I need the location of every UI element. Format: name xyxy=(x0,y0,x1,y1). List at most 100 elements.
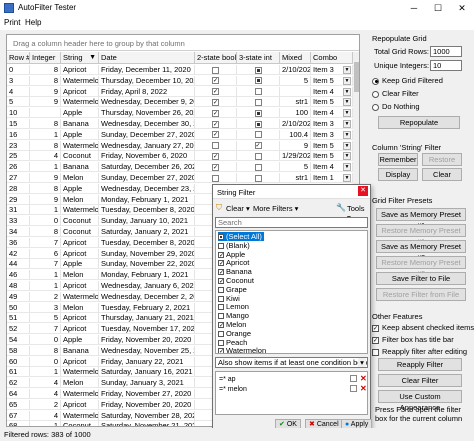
restore-preset-1-button[interactable]: Restore Memory Preset #1 xyxy=(376,224,466,246)
cell-str[interactable]: Apple xyxy=(61,259,99,270)
edit-condition-icon[interactable] xyxy=(350,385,357,392)
cell-str[interactable]: Watermelon xyxy=(61,389,99,399)
checkbox-icon[interactable]: ✓ xyxy=(212,77,219,85)
cell-str[interactable]: Apple xyxy=(61,335,99,345)
checkbox-icon[interactable]: ✓ xyxy=(218,348,224,353)
cell-row[interactable]: 5 xyxy=(7,97,30,108)
cell-combo[interactable]: Item 5 ▼ xyxy=(311,97,353,108)
cell-row[interactable]: 46 xyxy=(7,270,30,281)
cell-row[interactable]: 33 xyxy=(7,216,30,227)
cell-b3[interactable] xyxy=(237,151,280,162)
cell-mixed[interactable]: 100 xyxy=(280,108,311,119)
edit-condition-icon[interactable] xyxy=(350,375,357,382)
checkbox-icon[interactable] xyxy=(218,313,224,320)
table-row[interactable]: 27 9 Melon Sunday, December 27, 2020 str1 Ite… xyxy=(7,173,353,183)
cell-row[interactable]: 31 xyxy=(7,205,30,216)
checkbox-icon[interactable] xyxy=(218,286,224,293)
cell-date[interactable]: Thursday, January 21, 2021 xyxy=(99,313,195,324)
cell-int[interactable]: 2 xyxy=(30,399,61,410)
cell-str[interactable]: Apricot xyxy=(61,237,99,248)
cell-int[interactable]: 1 xyxy=(30,367,61,378)
cell-b3[interactable] xyxy=(237,86,280,97)
checkbox-icon[interactable] xyxy=(254,120,262,128)
cell-str[interactable]: Watermelon xyxy=(61,140,99,151)
cell-combo[interactable]: Item 4 ▼ xyxy=(311,86,353,97)
checkbox-icon[interactable]: ✓ xyxy=(218,322,224,329)
cell-int[interactable]: 0 xyxy=(30,335,61,345)
popup-clear-button[interactable]: Clear ▾ xyxy=(226,204,250,213)
checkbox-icon[interactable] xyxy=(254,152,262,160)
popup-more-filters-button[interactable]: More Filters ▾ xyxy=(253,204,298,213)
cell-date[interactable]: Friday, December 11, 2020 xyxy=(99,65,195,75)
cell-row[interactable]: 51 xyxy=(7,313,30,324)
checkbox-icon[interactable] xyxy=(218,304,224,311)
table-row[interactable]: 10 Apple Thursday, November 26, 2020 ✓ 100 It… xyxy=(7,108,353,119)
cell-str[interactable]: Banana xyxy=(61,119,99,129)
cell-date[interactable]: Sunday, December 27, 2020 xyxy=(99,129,195,140)
cell-b2[interactable]: ✓ xyxy=(195,75,237,86)
cell-date[interactable]: Sunday, January 10, 2021 xyxy=(99,216,195,227)
cell-b3[interactable] xyxy=(237,162,280,173)
cell-int[interactable]: 8 xyxy=(30,227,61,237)
checkbox-icon[interactable] xyxy=(254,109,262,117)
checkbox-icon[interactable]: ✓ xyxy=(218,269,224,276)
cell-date[interactable]: Tuesday, December 8, 2020 xyxy=(99,237,195,248)
cell-date[interactable]: Thursday, December 10, 2020 xyxy=(99,75,195,86)
chevron-down-icon[interactable]: ▼ xyxy=(343,109,351,118)
repopulate-button[interactable]: Repopulate xyxy=(378,116,460,129)
chevron-down-icon[interactable]: ▼ xyxy=(343,76,351,85)
column-header-integer[interactable]: Integer xyxy=(30,52,61,64)
popup-search-input[interactable]: Search xyxy=(215,217,368,228)
save-preset-1-button[interactable]: Save as Memory Preset #1 xyxy=(376,208,466,230)
minimize-button[interactable]: ─ xyxy=(402,0,426,16)
table-row[interactable]: 158BananaWednesday, December 30, 2020 ✓ 2/… xyxy=(7,119,353,129)
checkbox-icon[interactable]: ✓ xyxy=(212,163,219,171)
cell-row[interactable]: 26 xyxy=(7,162,30,173)
column-header-row[interactable]: Row # xyxy=(7,52,30,64)
cell-date[interactable]: Wednesday, November 25, 2020 xyxy=(99,345,195,356)
cell-int[interactable]: 8 xyxy=(30,183,61,194)
cell-row[interactable]: 3 xyxy=(7,75,30,86)
delete-condition-icon[interactable]: ✕ xyxy=(360,375,367,383)
cell-date[interactable]: Wednesday, December 30, 2020 xyxy=(99,119,195,129)
cell-date[interactable]: Thursday, November 26, 2020 xyxy=(99,108,195,119)
cell-b2[interactable]: ✓ xyxy=(195,119,237,129)
table-row[interactable]: 38WatermelonThursday, December 10, 2020 ✓… xyxy=(7,75,353,86)
checkbox-icon[interactable] xyxy=(254,88,262,96)
cell-row[interactable]: 58 xyxy=(7,345,30,356)
menu-print[interactable]: Print xyxy=(4,18,20,27)
cell-str[interactable]: Coconut xyxy=(61,421,99,426)
checkbox-icon[interactable] xyxy=(212,142,219,150)
chevron-down-icon[interactable]: ▼ xyxy=(343,141,351,150)
cell-str[interactable]: Melon xyxy=(61,378,99,389)
cell-int[interactable]: 1 xyxy=(30,205,61,216)
cell-row[interactable]: 15 xyxy=(7,119,30,129)
filter-list-item[interactable]: ✓ Banana xyxy=(218,267,252,276)
cell-row[interactable]: 27 xyxy=(7,173,30,183)
cell-int[interactable]: 1 xyxy=(30,281,61,291)
checkbox-icon[interactable]: ✓ xyxy=(218,260,224,267)
cell-date[interactable]: Saturday, November 28, 2020 xyxy=(99,410,195,421)
cell-row[interactable]: 48 xyxy=(7,281,30,291)
cell-row[interactable]: 10 xyxy=(7,108,30,119)
cell-b2[interactable] xyxy=(195,140,237,151)
unique-integers-input[interactable]: 10 xyxy=(430,60,462,71)
cell-int[interactable]: 4 xyxy=(30,389,61,399)
cell-str[interactable]: Apricot xyxy=(61,399,99,410)
cell-int[interactable]: 9 xyxy=(30,97,61,108)
table-row[interactable]: 238WatermelonWednesday, January 27, 2021… xyxy=(7,140,353,151)
column-header-combo[interactable]: Combo xyxy=(311,52,353,64)
cell-b2[interactable]: ✓ xyxy=(195,162,237,173)
cell-b3[interactable] xyxy=(237,129,280,140)
delete-condition-icon[interactable]: ✕ xyxy=(360,385,367,393)
cell-str[interactable]: Melon xyxy=(61,302,99,313)
checkbox-icon[interactable] xyxy=(254,131,262,139)
cell-str[interactable]: Watermelon xyxy=(61,291,99,302)
checkbox-icon[interactable] xyxy=(254,98,262,106)
cell-date[interactable]: Wednesday, December 23, 2020 xyxy=(99,183,195,194)
cell-combo[interactable]: Item 3 ▼ xyxy=(311,65,353,75)
cell-row[interactable]: 65 xyxy=(7,399,30,410)
cell-int[interactable]: 8 xyxy=(30,345,61,356)
restore-filter-file-button[interactable]: Restore Filter from File xyxy=(376,288,466,301)
filter-list-item[interactable]: (Select All) xyxy=(218,232,264,241)
